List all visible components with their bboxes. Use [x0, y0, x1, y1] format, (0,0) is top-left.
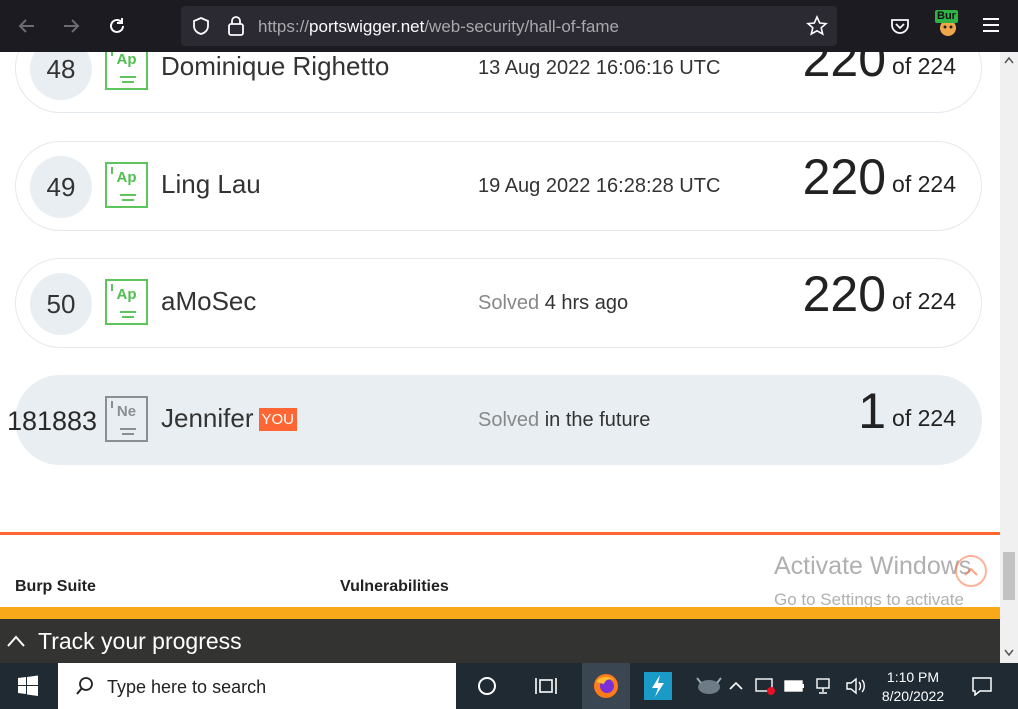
burp-extension-button[interactable]: Bur [934, 10, 962, 38]
user-name[interactable]: Jennifer YOU [161, 403, 298, 434]
level-badge: Ap [105, 52, 148, 90]
search-icon [76, 677, 93, 695]
scroll-to-top-button[interactable] [955, 555, 987, 587]
forward-arrow-icon [64, 19, 80, 33]
battery-icon [784, 680, 804, 692]
leaderboard-row: 48 Ap Dominique Righetto 13 Aug 2022 16:… [15, 52, 982, 113]
scrollbar-thumb[interactable] [1003, 552, 1015, 600]
track-progress-bar[interactable]: Track your progress [0, 619, 1000, 663]
hamburger-menu-icon[interactable] [982, 17, 1000, 33]
solved-time: 19 Aug 2022 16:28:28 UTC [478, 175, 721, 197]
back-arrow-icon [18, 19, 34, 33]
chevron-up-icon [729, 681, 743, 690]
level-badge: Ap [105, 279, 148, 325]
clock-time: 1:10 PM [886, 669, 940, 685]
hall-of-fame-page: 48 Ap Dominique Righetto 13 Aug 2022 16:… [0, 52, 1000, 663]
tray-network-status[interactable] [752, 663, 778, 709]
tray-network[interactable] [812, 663, 840, 709]
user-name[interactable]: aMoSec [161, 286, 256, 317]
network-icon [816, 678, 830, 694]
tray-battery[interactable] [782, 663, 808, 709]
notification-icon [972, 677, 992, 696]
rank-circle: 49 [30, 156, 92, 218]
show-hidden-icons-button[interactable] [727, 663, 745, 709]
score: 220 of 224 [802, 149, 956, 205]
task-view-button[interactable] [524, 663, 568, 709]
firefox-icon [594, 674, 618, 698]
leaderboard-row: 50 Ap aMoSec Solved 4 hrs ago 220 of 224 [15, 258, 982, 348]
scroll-down-arrow-icon[interactable] [1004, 649, 1014, 657]
solved-time: 13 Aug 2022 16:06:16 UTC [478, 57, 721, 79]
reload-icon [110, 18, 124, 33]
reload-button[interactable] [99, 8, 135, 44]
taskbar-clock[interactable]: 1:10 PM 8/20/2022 [870, 668, 956, 706]
network-warning-icon [755, 678, 775, 695]
score: 1 of 224 [858, 383, 956, 439]
score: 220 of 224 [802, 52, 956, 87]
pocket-icon[interactable] [890, 16, 910, 36]
chevron-up-icon [964, 567, 978, 576]
bug-app-icon [696, 677, 722, 694]
taskbar-search[interactable]: Type here to search [58, 663, 456, 709]
bookmark-star-icon[interactable] [806, 15, 828, 37]
tray-volume[interactable] [843, 663, 869, 709]
page-scrollbar[interactable] [1000, 52, 1018, 663]
footer-heading-vulnerabilities[interactable]: Vulnerabilities [340, 578, 449, 596]
user-name[interactable]: Ling Lau [161, 169, 261, 200]
lock-icon[interactable] [226, 15, 246, 37]
start-button[interactable] [0, 663, 56, 709]
windows-taskbar: Type here to search 1:10 PM 8/20/2022 [0, 663, 1018, 709]
score: 220 of 224 [802, 266, 956, 322]
rank-circle: 50 [30, 273, 92, 335]
app-taskbar-button[interactable] [636, 663, 680, 709]
firefox-taskbar-button[interactable] [582, 663, 630, 709]
task-view-icon [535, 678, 557, 694]
lightning-app-icon [644, 672, 672, 700]
progress-bar-accent [0, 607, 1000, 619]
level-badge: Ne [105, 396, 148, 442]
rank-number: 181883 [6, 405, 98, 436]
browser-toolbar: https://portswigger.net/web-security/hal… [0, 0, 1018, 52]
scroll-up-arrow-icon[interactable] [1004, 56, 1014, 64]
action-center-button[interactable] [962, 663, 1002, 709]
rank-circle: 48 [30, 52, 92, 100]
cortana-circle-icon [478, 677, 496, 695]
burp-extension-label: Bur [935, 10, 958, 23]
track-progress-label: Track your progress [38, 628, 242, 654]
user-name[interactable]: Dominique Righetto [161, 52, 389, 82]
back-button[interactable] [9, 8, 45, 44]
leaderboard-row-current-user: 181883 Ne Jennifer YOU Solved in the futu… [7, 375, 982, 465]
volume-icon [846, 677, 865, 695]
clock-date: 8/20/2022 [881, 688, 945, 704]
level-badge: Ap [105, 162, 148, 208]
solved-time: Solved in the future [478, 409, 651, 431]
cortana-button[interactable] [465, 663, 509, 709]
tray-app-icon[interactable] [690, 663, 728, 709]
leaderboard-row: 49 Ap Ling Lau 19 Aug 2022 16:28:28 UTC … [15, 141, 982, 231]
url-text[interactable]: https://portswigger.net/web-security/hal… [258, 17, 619, 37]
search-placeholder: Type here to search [107, 677, 267, 697]
shield-icon[interactable] [191, 16, 211, 36]
chevron-up-icon [7, 635, 25, 647]
solved-time: Solved 4 hrs ago [478, 292, 629, 314]
windows-logo-icon [18, 675, 38, 696]
address-bar[interactable]: https://portswigger.net/web-security/hal… [181, 6, 837, 46]
footer-divider [0, 532, 1000, 535]
forward-button[interactable] [53, 8, 89, 44]
you-badge: YOU [258, 408, 298, 431]
footer-heading-burp-suite[interactable]: Burp Suite [15, 578, 96, 596]
